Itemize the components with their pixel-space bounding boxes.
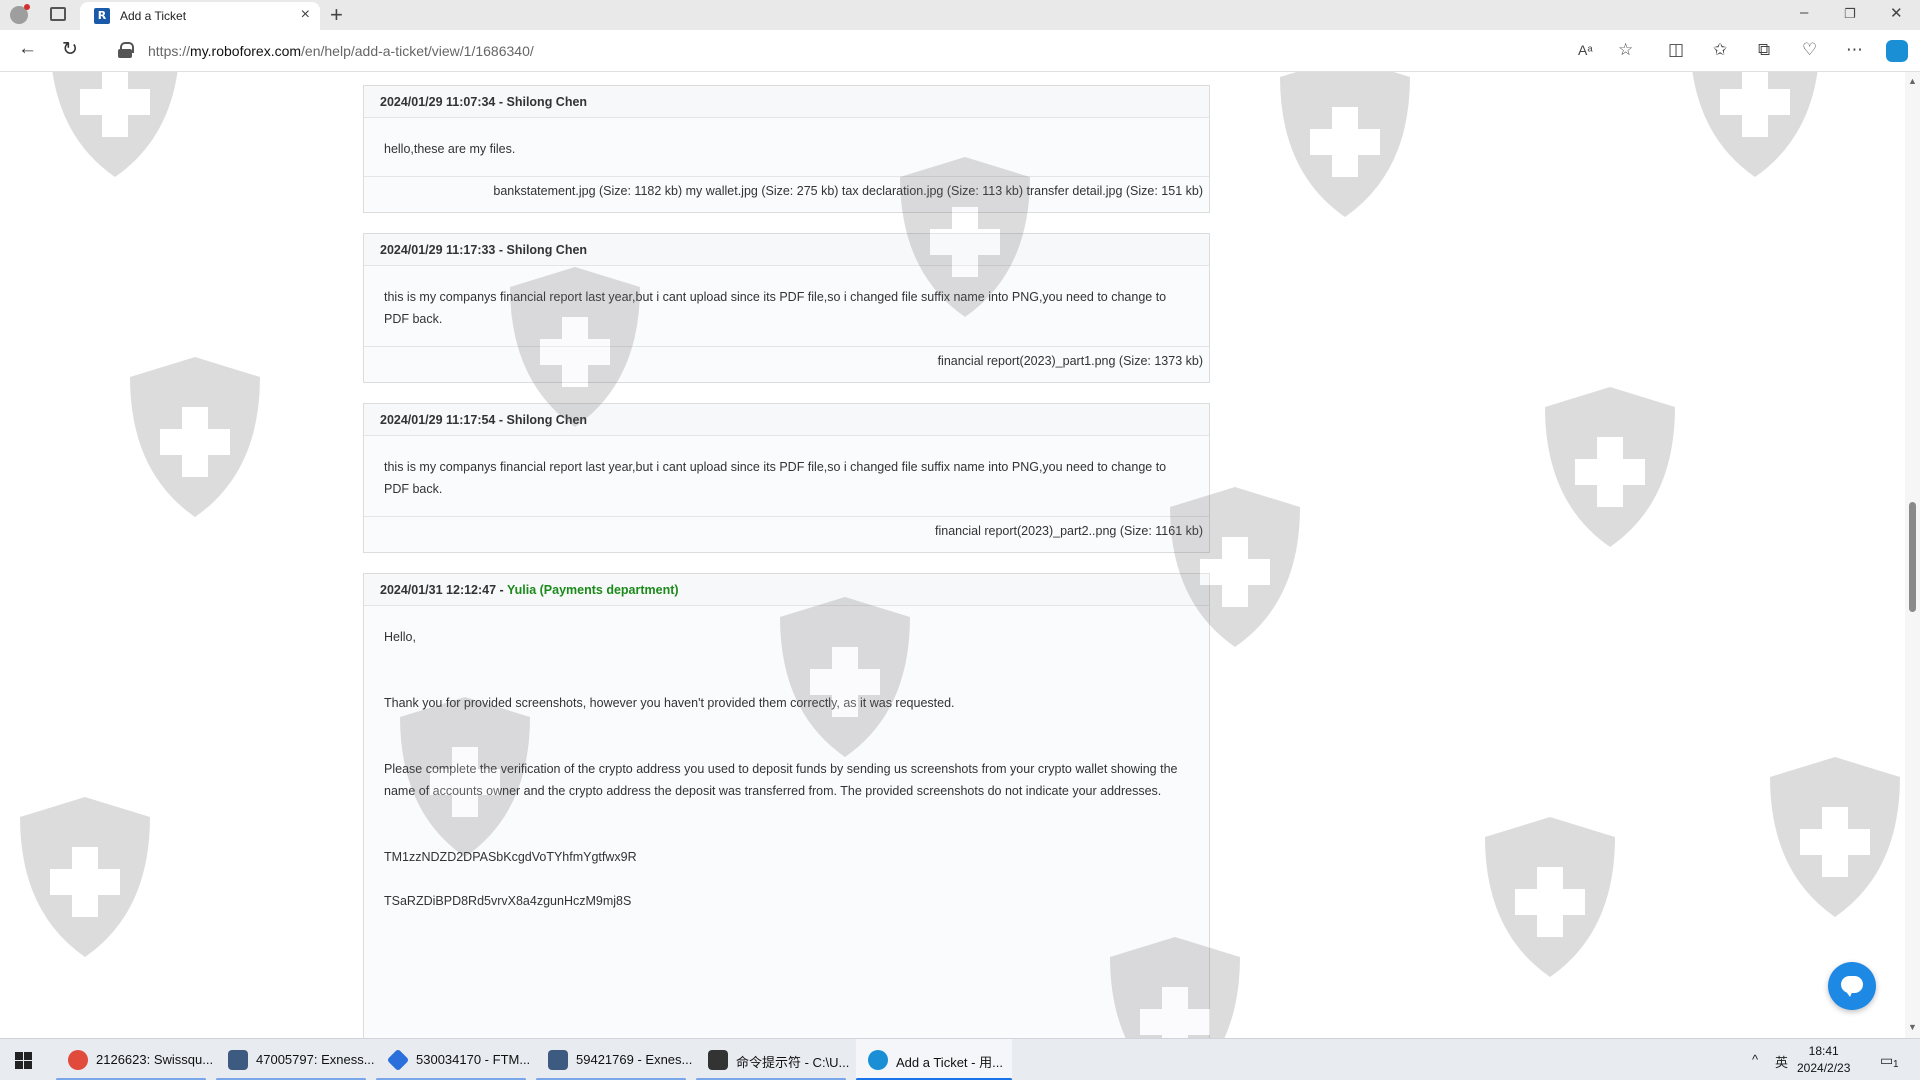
message-text: hello,these are my files. — [384, 142, 516, 156]
ticket-thread: 2024/01/29 11:07:34 - Shilong Chen hello… — [363, 85, 1210, 1038]
scroll-up-arrow-icon[interactable]: ▲ — [1908, 76, 1917, 86]
message-attachments[interactable]: financial report(2023)_part2..png (Size:… — [364, 516, 1209, 552]
ticket-message-staff: 2024/01/31 12:12:47 - Yulia (Payments de… — [363, 573, 1210, 1038]
message-author: Shilong Chen — [506, 243, 588, 257]
browser-essentials-icon[interactable]: ♡ — [1802, 40, 1817, 60]
windows-start-icon[interactable] — [15, 1052, 32, 1069]
lock-icon[interactable] — [118, 42, 134, 58]
message-author: Shilong Chen — [506, 413, 588, 427]
message-text: this is my companys financial report las… — [384, 290, 1167, 326]
message-header: 2024/01/29 11:17:54 - Shilong Chen — [364, 404, 1209, 436]
message-body: this is my companys financial report las… — [364, 266, 1209, 346]
url-text: https://my.roboforex.com/en/help/add-a-t… — [148, 43, 534, 59]
watermark-shield-icon — [1692, 72, 1818, 177]
crypto-address: TM1zzNDZD2DPASbKcgdVoTYhfmYgtfwx9R — [384, 850, 637, 864]
notification-count: 1 — [1893, 1059, 1899, 1070]
refresh-button[interactable]: ↻ — [62, 38, 78, 61]
message-attachments[interactable]: financial report(2023)_part1.png (Size: … — [364, 346, 1209, 382]
taskbar-app-edge[interactable]: Add a Ticket - 用... — [856, 1039, 1012, 1080]
message-timestamp: 2024/01/29 11:17:54 — [380, 413, 496, 427]
exness-mt-icon — [228, 1050, 248, 1070]
message-timestamp: 2024/01/29 11:17:33 — [380, 243, 496, 257]
favorites-icon[interactable]: ✩ — [1713, 40, 1727, 60]
crypto-address: TSaRZDiBPD8Rd5vrvX8a4zgunHczM9mj8S — [384, 894, 632, 908]
live-chat-button[interactable] — [1828, 962, 1876, 1010]
scroll-down-arrow-icon[interactable]: ▼ — [1908, 1022, 1917, 1032]
cmd-icon — [708, 1050, 728, 1070]
back-button[interactable]: ← — [18, 38, 37, 60]
watermark-shield-icon — [1545, 387, 1675, 547]
edge-icon — [868, 1050, 888, 1070]
taskbar-app-ftmo[interactable]: 530034170 - FTM... — [376, 1039, 530, 1080]
browser-tab-bar: R Add a Ticket × + – ❐ ✕ — [0, 0, 1920, 30]
watermark-shield-icon — [130, 357, 260, 517]
split-screen-icon[interactable]: ◫ — [1668, 40, 1684, 60]
tab-title: Add a Ticket — [120, 9, 187, 23]
window-minimize-button[interactable]: – — [1800, 4, 1808, 21]
ticket-message: 2024/01/29 11:07:34 - Shilong Chen hello… — [363, 85, 1210, 213]
new-tab-button[interactable]: + — [330, 2, 343, 28]
page-scrollbar[interactable]: ▲ ▼ — [1905, 72, 1920, 1038]
roboforex-favicon-icon: R — [94, 8, 110, 24]
message-author-staff: Yulia (Payments department) — [506, 583, 679, 597]
message-text: Please complete the verification of the … — [384, 762, 1178, 798]
ticket-message: 2024/01/29 11:17:54 - Shilong Chen this … — [363, 403, 1210, 553]
message-timestamp: 2024/01/31 12:12:47 — [380, 583, 497, 597]
exness-mt-icon — [548, 1050, 568, 1070]
window-restore-button[interactable]: ❐ — [1844, 6, 1856, 22]
taskbar-app-exness-2[interactable]: 59421769 - Exnes... — [536, 1039, 692, 1080]
ticket-message: 2024/01/29 11:17:33 - Shilong Chen this … — [363, 233, 1210, 383]
tab-actions-icon[interactable] — [50, 7, 66, 21]
taskbar-app-swissquote[interactable]: 2126623: Swissqu... — [56, 1039, 213, 1080]
message-text: Thank you for provided screenshots, howe… — [384, 696, 955, 710]
copilot-icon[interactable] — [1886, 40, 1908, 62]
window-close-button[interactable]: ✕ — [1890, 4, 1903, 22]
more-menu-icon[interactable]: ⋯ — [1846, 40, 1863, 60]
tab-close-icon[interactable]: × — [301, 6, 310, 24]
collections-icon[interactable]: ⧉ — [1758, 40, 1770, 60]
message-greeting: Hello, — [384, 630, 416, 644]
taskbar-app-cmd[interactable]: 命令提示符 - C:\U... — [696, 1039, 849, 1080]
taskbar-app-exness-1[interactable]: 47005797: Exness... — [216, 1039, 375, 1080]
message-header: 2024/01/29 11:17:33 - Shilong Chen — [364, 234, 1209, 266]
scrollbar-thumb[interactable] — [1909, 502, 1916, 612]
tab-add-a-ticket[interactable]: R Add a Ticket × — [80, 2, 320, 30]
windows-taskbar: 2126623: Swissqu... 47005797: Exness... … — [0, 1038, 1920, 1080]
message-text: this is my companys financial report las… — [384, 460, 1167, 496]
watermark-shield-icon — [20, 797, 150, 957]
read-aloud-icon[interactable]: Aᵃ — [1578, 42, 1593, 58]
tray-overflow-icon[interactable]: ^ — [1752, 1052, 1758, 1067]
message-body: hello,these are my files. — [364, 118, 1209, 176]
message-timestamp: 2024/01/29 11:07:34 — [380, 95, 496, 109]
notification-icon[interactable]: ▭ — [1880, 1052, 1893, 1069]
swissquote-icon — [68, 1050, 88, 1070]
address-bar[interactable]: https://my.roboforex.com/en/help/add-a-t… — [102, 35, 1622, 67]
message-header: 2024/01/29 11:07:34 - Shilong Chen — [364, 86, 1209, 118]
favorite-star-icon[interactable]: ☆ — [1618, 40, 1633, 60]
browser-toolbar: ← ↻ https://my.roboforex.com/en/help/add… — [0, 30, 1920, 72]
watermark-shield-icon — [1770, 757, 1900, 917]
profile-icon[interactable] — [10, 4, 30, 24]
message-author: Shilong Chen — [506, 95, 588, 109]
watermark-shield-icon — [1485, 817, 1615, 977]
watermark-shield-icon — [52, 72, 178, 177]
ftmo-icon — [386, 1048, 410, 1072]
message-attachments[interactable]: bankstatement.jpg (Size: 1182 kb) my wal… — [364, 176, 1209, 212]
message-body: this is my companys financial report las… — [364, 436, 1209, 516]
taskbar-clock[interactable]: 18:41 2024/2/23 — [1797, 1043, 1850, 1077]
message-body: Hello, Thank you for provided screenshot… — [364, 606, 1209, 1038]
page-viewport: 2024/01/29 11:07:34 - Shilong Chen hello… — [0, 72, 1905, 1038]
watermark-shield-icon — [1280, 72, 1410, 217]
ime-indicator[interactable]: 英 — [1775, 1052, 1788, 1071]
message-header: 2024/01/31 12:12:47 - Yulia (Payments de… — [364, 574, 1209, 606]
